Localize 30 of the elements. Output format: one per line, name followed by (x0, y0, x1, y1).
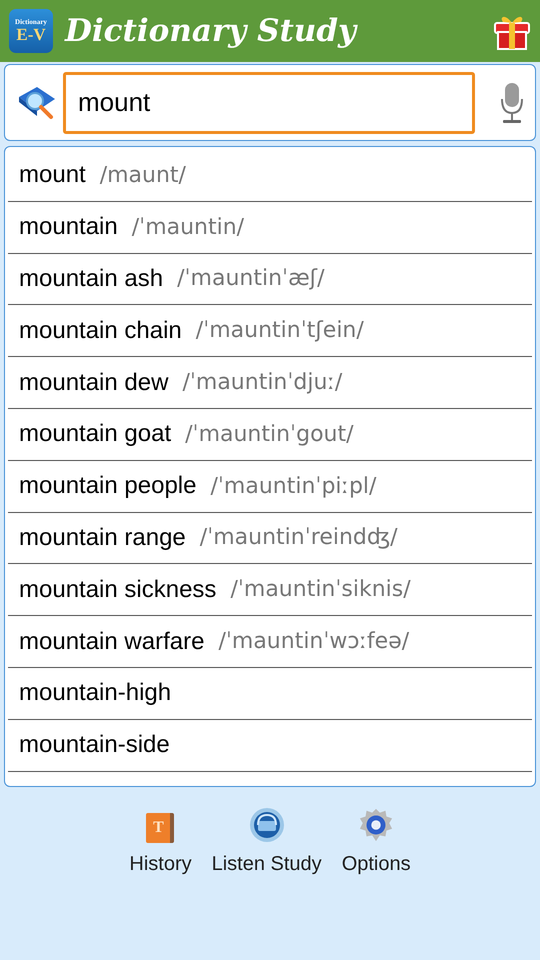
result-word[interactable]: mountain ash (19, 260, 164, 297)
pronunciation: /ˈmauntinˈtʃein/ (196, 317, 364, 346)
nav-button[interactable]: Listen Study (202, 807, 332, 879)
result-word[interactable]: mountain warfare (19, 624, 204, 660)
pronunciation: /ˈmauntinˈwɔːfeə/ (218, 628, 410, 656)
pronunciation: /ˈmauntinˈsiknis/ (230, 576, 411, 604)
pronunciation: /maunt/ (100, 162, 186, 190)
microphone-icon[interactable] (499, 80, 525, 124)
result-word[interactable]: mountain-high (19, 675, 172, 712)
pronunciation: /ˈmauntinˈæʃ/ (177, 265, 324, 294)
result-word[interactable]: mountain dew (19, 364, 168, 401)
result-word[interactable]: mountain chain (19, 312, 182, 349)
app-title: Dictionary Study (65, 12, 356, 51)
pronunciation: /ˈmauntinˈpiːpl/ (210, 472, 376, 501)
result-word[interactable]: mountain goat (19, 416, 172, 452)
pronunciation: /ˈmauntin/ (132, 214, 244, 242)
pronunciation: /ˈmauntinˈdjuː/ (182, 369, 342, 398)
result-word[interactable]: mountain-side (19, 727, 170, 764)
result-word[interactable]: mount (19, 157, 86, 194)
search-field[interactable]: mount (63, 72, 475, 134)
pronunciation: /ˈmauntinˈreindʤ/ (200, 524, 398, 552)
logo-text: E-V (16, 26, 46, 43)
result-word[interactable]: mountain (19, 209, 118, 246)
nav-button[interactable]: T History (119, 807, 202, 879)
result-word[interactable]: mountain people (19, 468, 196, 504)
result-word[interactable]: mountain sickness (19, 572, 216, 608)
pronunciation: /ˈmauntinˈgout/ (185, 420, 354, 449)
result-word[interactable]: mountain range (19, 520, 186, 556)
nav-button[interactable]: Options (332, 807, 421, 879)
icon-letter: T (153, 818, 164, 838)
